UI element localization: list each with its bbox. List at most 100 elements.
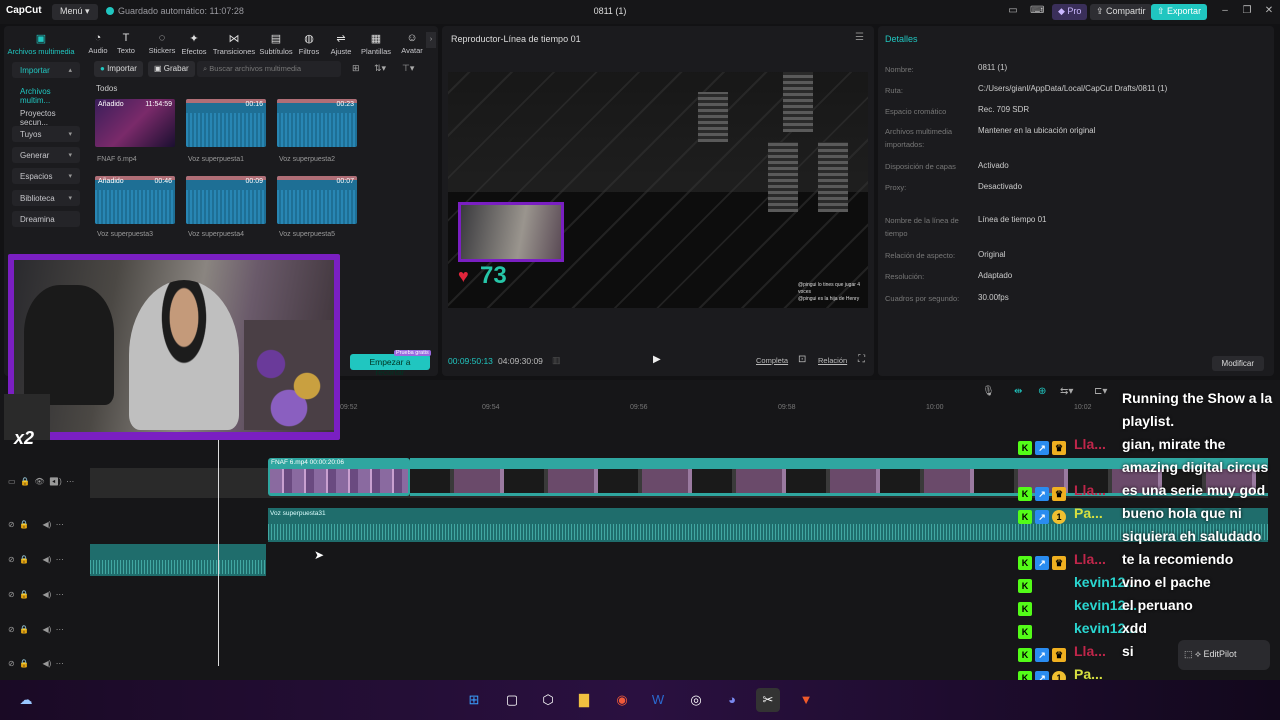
media-thumb[interactable]: Añadido 00:46	[95, 176, 175, 224]
tab-label: Transiciones	[212, 47, 256, 56]
shortcuts-icon[interactable]: ⌨	[1030, 5, 1044, 16]
pro-button[interactable]: ◆ Pro	[1052, 4, 1088, 20]
complete-button[interactable]: Completa	[756, 356, 788, 365]
discord-icon[interactable]: ◕	[720, 688, 744, 712]
chat-badges: K	[1018, 597, 1074, 616]
share-button[interactable]: ⇪ Compartir	[1090, 4, 1152, 20]
sidebar-item-media[interactable]: Archivos multim...	[12, 83, 80, 105]
ruler-tick: 09:56	[630, 404, 648, 411]
menu-label: Menú	[60, 6, 83, 16]
media-thumb[interactable]: 00:07	[277, 176, 357, 224]
grid-view-icon[interactable]: ⊞	[352, 63, 360, 74]
track-controls[interactable]: ⊘ 🔒 ◀) ⋯	[8, 555, 64, 564]
ratio-button[interactable]: Relación	[818, 356, 847, 365]
windows-start-icon[interactable]: ⊞	[462, 688, 486, 712]
sidebar-item-projects[interactable]: Proyectos secun...	[12, 105, 80, 127]
layout-icon[interactable]: ▭	[1006, 5, 1020, 16]
microphone-icon[interactable]: 🎙	[982, 386, 995, 397]
tab-label: Ajuste	[330, 47, 352, 56]
sort-icon[interactable]: ⇅▾	[374, 63, 386, 74]
sub-badge-icon: ↗	[1035, 487, 1049, 501]
weather-icon[interactable]: ☁	[14, 688, 38, 712]
obs-icon[interactable]: ◎	[684, 688, 708, 712]
import-button[interactable]: ● Importar	[94, 61, 143, 77]
media-thumb[interactable]: 00:09	[186, 176, 266, 224]
crop-icon[interactable]: ⊡	[798, 354, 806, 365]
track-controls[interactable]: ⊘ 🔒 ◀) ⋯	[8, 590, 64, 599]
detail-key: Relación de aspecto:	[885, 251, 956, 260]
playhead[interactable]	[218, 436, 219, 666]
sidebar-item-yours[interactable]: Tuyos ▾	[12, 126, 80, 142]
mouse-cursor-icon: ➤	[314, 548, 325, 562]
export-label: Exportar	[1167, 6, 1202, 16]
track-controls[interactable]: ⊘ 🔒 ◀) ⋯	[8, 520, 64, 529]
export-button[interactable]: ⇧ Exportar	[1151, 4, 1208, 20]
media-thumb[interactable]: 00:23	[277, 99, 357, 147]
app-logo: CapCut	[6, 5, 42, 16]
tabs-scroll-right-icon[interactable]: ›	[426, 32, 436, 48]
track-controls[interactable]: ▭ 🔒 👁 ◀) ⋯	[8, 477, 74, 486]
crown-badge-icon: ♛	[1052, 556, 1066, 570]
sidebar-item-label: Dreamina	[20, 215, 55, 224]
task-view-icon[interactable]: ▢	[500, 688, 524, 712]
editpilot-icon: ⬚ ⟡	[1184, 649, 1201, 659]
section-all: Todos	[96, 84, 118, 93]
tab-transitions[interactable]: ⋈ Transiciones	[212, 32, 256, 56]
chat-line: Kkevin12... vino el pache	[1018, 574, 1211, 596]
clip-frames	[270, 469, 408, 493]
tab-effects[interactable]: ✦ Efectos	[172, 32, 216, 56]
audio-wave	[90, 560, 266, 574]
ruler-tick: 10:00	[926, 404, 944, 411]
crown-badge-icon: ♛	[1052, 441, 1066, 455]
autosave-icon	[106, 7, 114, 15]
thumb-duration: 11:54:59	[145, 101, 172, 108]
audio-clip-2[interactable]	[90, 544, 266, 576]
track-controls[interactable]: ⊘ 🔒 ◀) ⋯	[8, 625, 64, 634]
brave-icon[interactable]: ▼	[794, 688, 818, 712]
chrome-icon[interactable]: ◉	[610, 688, 634, 712]
detail-key: Ruta:	[885, 86, 903, 95]
detail-value: C:/Users/gianl/AppData/Local/CapCut Draf…	[978, 84, 1168, 93]
crown-badge-icon: ♛	[1052, 487, 1066, 501]
game-pillar	[783, 72, 813, 132]
fullscreen-icon[interactable]: ⛶	[858, 354, 865, 365]
tab-media[interactable]: ▣ Archivos multimedia	[6, 32, 76, 56]
sidebar-item-spaces[interactable]: Espacios ▾	[12, 168, 80, 184]
mini-chat: @pingui lo tines que jugar 4 voces @ping…	[798, 282, 868, 303]
record-button[interactable]: ▣ Grabar	[148, 61, 195, 77]
sidebar-import[interactable]: Importar ▴	[12, 62, 80, 78]
sidebar-import-label: Importar	[20, 66, 50, 75]
sidebar-item-label: Archivos multim...	[20, 87, 51, 105]
maximize-icon[interactable]: ❐	[1240, 5, 1254, 16]
video-preview[interactable]: ♥ 73 @pingui lo tines que jugar 4 voces …	[448, 72, 868, 308]
sub-badge-icon: ↗	[1035, 441, 1049, 455]
start-crop-button[interactable]: Empezar a recortar	[350, 354, 430, 377]
menu-button[interactable]: Menú ▾	[52, 4, 98, 20]
file-explorer-icon[interactable]: ▇	[572, 688, 596, 712]
video-clip[interactable]: FNAF 6.mp4 00:00:20:06	[268, 458, 410, 496]
ruler-tick: 09:54	[482, 404, 500, 411]
sidebar-item-dreamina[interactable]: Dreamina	[12, 211, 80, 227]
editpilot-button[interactable]: ⬚ ⟡ EditPilot	[1178, 640, 1270, 670]
chevron-up-icon: ▴	[68, 67, 72, 74]
filter-icon[interactable]: ⊤▾	[402, 63, 414, 74]
detail-value: Original	[978, 250, 1006, 259]
crown-badge-icon: ♛	[1052, 648, 1066, 662]
word-icon[interactable]: W	[646, 688, 670, 712]
webcam-pip-feed	[461, 205, 561, 259]
sidebar-item-generate[interactable]: Generar ▾	[12, 147, 80, 163]
play-button[interactable]: ▶	[653, 354, 661, 365]
track-controls[interactable]: ⊘ 🔒 ◀) ⋯	[8, 659, 64, 668]
chat-line: Kkevin12... xdd	[1018, 620, 1147, 642]
search-input[interactable]: ⌕ Buscar archivos multimedia	[197, 61, 341, 77]
sub-badge-icon: ↗	[1035, 556, 1049, 570]
media-thumb[interactable]: 00:16	[186, 99, 266, 147]
media-thumb[interactable]: Añadido 11:54:59	[95, 99, 175, 147]
minimize-icon[interactable]: –	[1218, 5, 1232, 16]
app-icon[interactable]: ⬡	[536, 688, 560, 712]
close-icon[interactable]: ✕	[1262, 5, 1276, 16]
capcut-taskbar-icon[interactable]: ✂	[756, 688, 780, 712]
menu-icon[interactable]: ☰	[855, 32, 864, 43]
modify-button[interactable]: Modificar	[1211, 356, 1264, 371]
sidebar-item-library[interactable]: Biblioteca ▾	[12, 190, 80, 206]
